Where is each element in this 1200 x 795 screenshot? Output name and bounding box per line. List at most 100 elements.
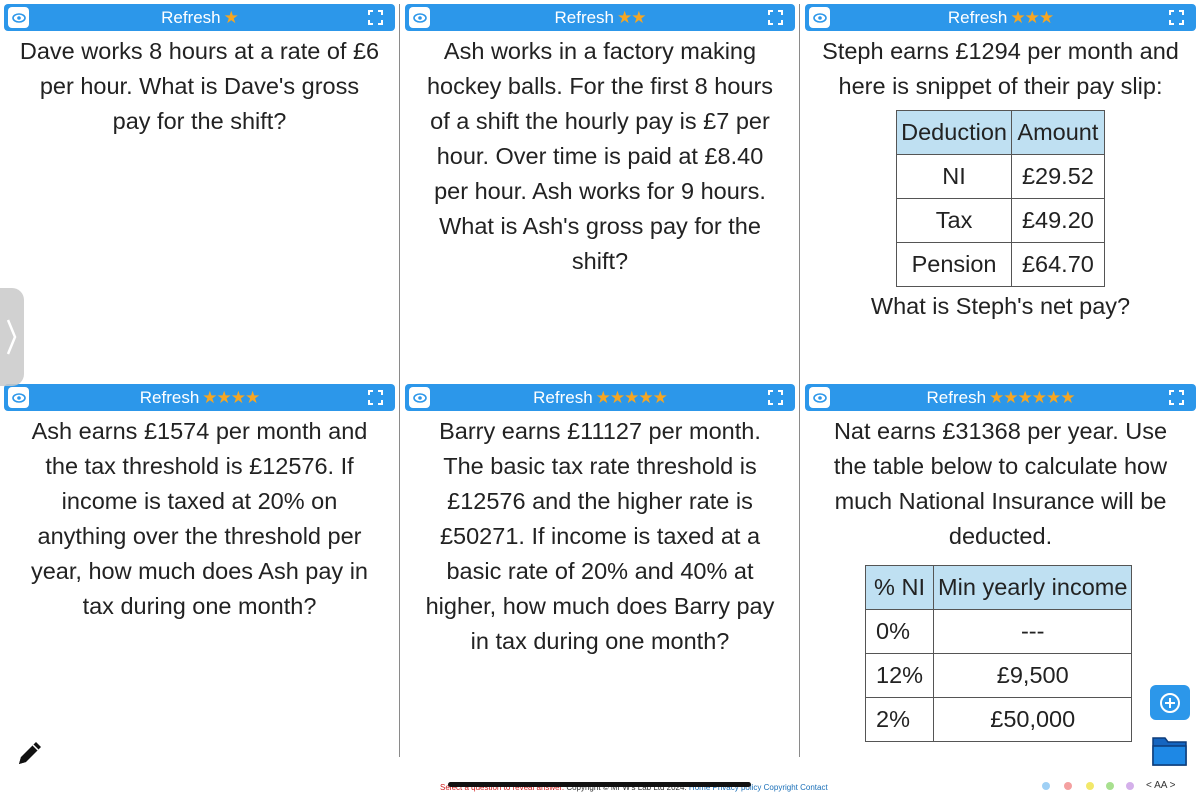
table-header: Min yearly income	[933, 565, 1133, 610]
panel-header: Refresh ★★	[405, 4, 795, 31]
folder-icon[interactable]	[1151, 732, 1189, 768]
question-line: £50271. If income is taxed at a	[439, 523, 761, 549]
question-line: What is Steph's net pay?	[870, 293, 1131, 319]
question-line: basic rate of 20% and 40% at	[446, 558, 754, 584]
question-line: hockey balls. For the first 8 hours	[426, 73, 774, 99]
table-row: 12% £9,500	[864, 653, 1133, 698]
table-cell: 12%	[864, 653, 935, 698]
column-divider	[399, 4, 400, 757]
difficulty-stars: ★★	[617, 8, 647, 27]
question-line: Ash earns £1574 per month and	[31, 418, 368, 444]
column-divider	[799, 4, 800, 757]
footer-contact-link[interactable]: Contact	[800, 783, 828, 792]
panel-header: Refresh ★★★★	[4, 384, 395, 411]
question-line: the tax threshold is £12576. If	[45, 453, 354, 479]
add-button[interactable]	[1150, 685, 1190, 720]
table-row: 2% £50,000	[864, 697, 1133, 742]
refresh-label: Refresh	[161, 8, 221, 27]
home-indicator	[448, 782, 751, 787]
question-panel-3[interactable]: Refresh ★★★ Steph earns £1294 per month a…	[805, 4, 1196, 376]
question-line: Ash works in a factory making	[443, 38, 757, 64]
question-line: per hour. What is Dave's gross	[39, 73, 360, 99]
table-cell: Pension	[896, 242, 1012, 287]
question-line: in tax during one month?	[470, 628, 730, 654]
question-text: Barry earns £11127 per month. The basic …	[413, 414, 787, 659]
question-line: tax during one month?	[82, 593, 317, 619]
theme-dot[interactable]	[1042, 782, 1050, 790]
question-text: Steph earns £1294 per month and here is …	[813, 34, 1188, 324]
refresh-button[interactable]: Refresh ★	[4, 4, 395, 31]
difficulty-stars: ★★★★	[202, 388, 260, 407]
table-cell: £50,000	[933, 697, 1133, 742]
panel-header: Refresh ★★★	[805, 4, 1196, 31]
table-cell: £9,500	[933, 653, 1133, 698]
question-line: deducted.	[948, 523, 1053, 549]
question-line: shift?	[571, 248, 629, 274]
difficulty-stars: ★★★	[1010, 8, 1054, 27]
question-line: per hour. Ash works for 9 hours.	[434, 178, 766, 204]
table-row: Pension £64.70	[896, 242, 1105, 287]
expand-icon[interactable]	[768, 10, 783, 25]
question-text: Dave works 8 hours at a rate of £6 per h…	[12, 34, 387, 139]
refresh-label: Refresh	[139, 388, 200, 407]
question-line: hour. Over time is paid at £8.40	[436, 143, 764, 169]
panel-header: Refresh ★★★★★★	[805, 384, 1196, 411]
refresh-label: Refresh	[947, 8, 1008, 27]
question-line: Barry earns £11127 per month.	[439, 418, 761, 444]
question-panel-1[interactable]: Refresh ★ Dave works 8 hours at a rate of…	[4, 4, 395, 376]
text-size-control[interactable]: < AA >	[1146, 780, 1175, 791]
footer-copyright-link[interactable]: Copyright	[764, 783, 798, 792]
refresh-button[interactable]: Refresh ★★★★★★	[805, 384, 1196, 411]
table-header: Deduction	[896, 110, 1012, 155]
table-header: % NI	[864, 565, 935, 610]
payslip-table: Deduction Amount NI £29.52 Tax £49.20 Pensi…	[896, 110, 1105, 287]
question-line: the table below to calculate how	[833, 453, 1168, 479]
refresh-button[interactable]: Refresh ★★	[405, 4, 795, 31]
difficulty-stars: ★★★★★	[595, 388, 668, 407]
theme-dot[interactable]	[1126, 782, 1134, 790]
pencil-icon[interactable]	[14, 737, 46, 769]
refresh-label: Refresh	[533, 388, 593, 407]
theme-dot[interactable]	[1106, 782, 1114, 790]
expand-icon[interactable]	[368, 390, 383, 405]
question-line: year, how much does Ash pay in	[30, 558, 369, 584]
question-panel-6[interactable]: Refresh ★★★★★★ Nat earns £31368 per year.…	[805, 384, 1196, 754]
table-header: Amount	[1010, 110, 1105, 155]
question-line: The basic tax rate threshold is	[443, 453, 757, 479]
theme-dot[interactable]	[1064, 782, 1072, 790]
refresh-button[interactable]: Refresh ★★★★	[4, 384, 395, 411]
question-panel-5[interactable]: Refresh ★★★★★ Barry earns £11127 per mont…	[405, 384, 795, 754]
question-line: What is Ash's gross pay for the	[439, 213, 761, 239]
question-line: pay for the shift?	[112, 108, 287, 134]
refresh-label: Refresh	[926, 388, 987, 407]
question-text: Ash earns £1574 per month and the tax th…	[12, 414, 387, 624]
question-line: of a shift the hourly pay is £7 per	[430, 108, 770, 134]
plus-circle-icon	[1160, 692, 1180, 713]
panel-header: Refresh ★★★★★	[405, 384, 795, 411]
expand-icon[interactable]	[368, 10, 383, 25]
refresh-button[interactable]: Refresh ★★★★★	[405, 384, 795, 411]
refresh-button[interactable]: Refresh ★★★	[805, 4, 1196, 31]
theme-dot[interactable]	[1086, 782, 1094, 790]
table-cell: Tax	[896, 198, 1012, 243]
ni-table: % NI Min yearly income 0% --- 12% £9,500 2%…	[864, 565, 1133, 742]
question-panel-4[interactable]: Refresh ★★★★ Ash earns £1574 per month an…	[4, 384, 395, 754]
table-row: 0% ---	[864, 609, 1133, 654]
question-line: Dave works 8 hours at a rate of £6	[19, 38, 380, 64]
question-line: income is taxed at 20% on	[61, 488, 338, 514]
expand-icon[interactable]	[768, 390, 783, 405]
question-line: Steph earns £1294 per month and	[822, 38, 1179, 64]
question-panel-2[interactable]: Refresh ★★ Ash works in a factory making …	[405, 4, 795, 376]
question-line: much National Insurance will be	[834, 488, 1167, 514]
table-cell: ---	[933, 609, 1133, 654]
expand-icon[interactable]	[1169, 390, 1184, 405]
expand-icon[interactable]	[1169, 10, 1184, 25]
table-row: NI £29.52	[896, 154, 1105, 199]
question-line: here is snippet of their pay slip:	[838, 73, 1163, 99]
question-line: £12576 and the higher rate is	[447, 488, 753, 514]
table-cell: £64.70	[1010, 242, 1105, 287]
table-cell: £49.20	[1010, 198, 1105, 243]
table-cell: 2%	[864, 697, 935, 742]
question-text: Ash works in a factory making hockey bal…	[413, 34, 787, 279]
side-drawer-tab[interactable]	[0, 288, 24, 386]
